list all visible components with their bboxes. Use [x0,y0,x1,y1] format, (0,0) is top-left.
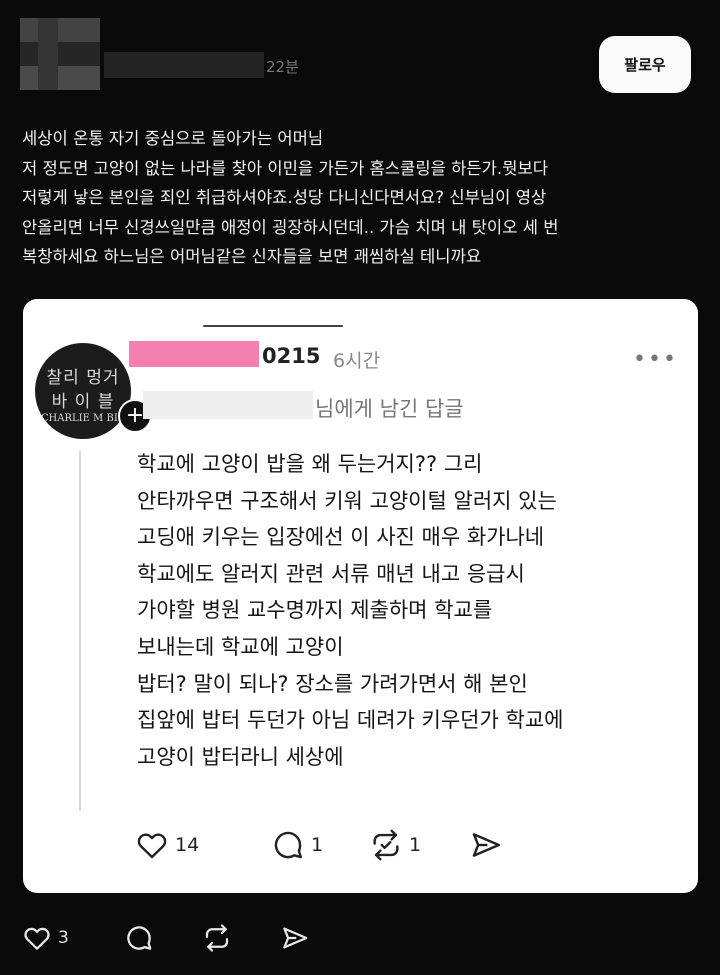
repost-button[interactable] [202,918,232,958]
repost-button[interactable]: 1 [369,825,421,865]
share-button[interactable] [280,918,310,958]
heart-icon [137,833,167,859]
card-handle [203,325,343,327]
repost-count: 1 [409,834,422,856]
author-avatar[interactable] [20,18,100,90]
comment-button[interactable] [124,918,154,958]
comment-icon [127,926,152,950]
more-options-icon[interactable]: ••• [633,347,678,372]
body-line: 학교에 고양이 밥을 왜 두는거지?? 그리 [137,452,483,476]
follow-button[interactable]: 팔로우 [599,36,691,93]
share-button[interactable] [469,825,503,865]
repost-icon [373,829,399,861]
body-line: 보내는데 학교에 고양이 [137,634,344,659]
post-text: 세상이 온통 자기 중심으로 돌아가는 어머님 저 정도면 고양이 없는 나라를… [22,124,698,272]
reply-to-label: 님에게 남긴 답글 [315,397,464,421]
body-line: 집앞에 밥터 두던가 아님 데려가 키우던가 학교에 [137,708,564,733]
post-line: 세상이 온통 자기 중심으로 돌아가는 어머님 [22,129,324,148]
repost-icon [205,924,229,952]
quoted-author-name-redacted[interactable] [129,341,259,367]
quoted-author-name[interactable]: 0215 [262,344,320,368]
share-send-icon [472,833,500,857]
body-line: 밥터? 말이 되나? 장소를 가려가면서 해 본인 [137,671,528,696]
post-time: 22분 [266,58,299,76]
avatar-text-line: 찰리 멍거 [46,368,120,388]
share-send-icon [283,927,308,949]
like-count: 3 [58,928,69,948]
comment-icon [274,831,302,859]
body-line: 고딩애 키우는 입장에선 이 사진 매우 화가나네 [137,525,545,550]
reply-target-redacted [143,391,313,419]
quoted-post-time: 6시간 [333,350,381,372]
heart-icon [24,927,50,950]
body-line: 고양이 밥터라니 세상에 [137,744,344,769]
quoted-post-card[interactable]: 찰리 멍거 바 이 블 CHARLIE M BIB + 0215 6시간 •••… [23,299,698,893]
thread-line [79,451,81,811]
author-name-redacted[interactable] [104,52,264,78]
post-line: 저렇게 낳은 본인을 죄인 취급하셔야죠.성당 다니신다면서요? 신부님이 영상 [22,188,547,208]
avatar-text-line: CHARLIE M BIB [40,413,126,424]
body-line: 가야할 병원 교수명까지 제출하며 학교를 [137,598,493,623]
like-button[interactable]: 3 [22,918,69,958]
post-line: 복창하세요 하느님은 어머님같은 신자들을 보면 괘씸하실 테니까요 [22,247,482,267]
comment-count: 1 [311,834,324,856]
like-count: 14 [175,834,200,856]
avatar-text-line: 바 이 블 [51,392,115,412]
quoted-author-avatar[interactable]: 찰리 멍거 바 이 블 CHARLIE M BIB [35,343,131,439]
body-line: 안타까우면 구조해서 키워 고양이털 알러지 있는 [137,488,557,513]
post-line: 저 정도면 고양이 없는 나라를 찾아 이민을 가든가 홈스쿨링을 하든가.뭣보… [22,158,548,178]
body-line: 학교에도 알러지 관련 서류 매년 내고 응급시 [137,561,525,586]
like-button[interactable]: 14 [135,825,199,865]
post-line: 안올리면 너무 신경쓰일만큼 애정이 굉장하시던데.. 가슴 치며 내 탓이오 … [22,217,559,237]
quoted-body: 학교에 고양이 밥을 왜 두는거지?? 그리 안타까우면 구조해서 키워 고양이… [137,446,697,775]
comment-button[interactable]: 1 [271,825,323,865]
